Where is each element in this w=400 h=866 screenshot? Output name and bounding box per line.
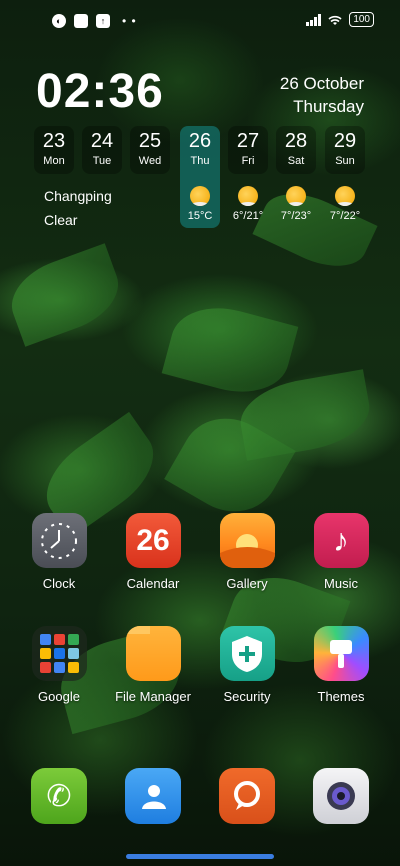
app-themes[interactable]: Themes bbox=[301, 626, 381, 704]
app-notification-icon: ◐ bbox=[52, 14, 66, 28]
dock-messages[interactable] bbox=[207, 768, 287, 824]
day-wed[interactable]: 25 Wed bbox=[130, 126, 170, 174]
wifi-icon bbox=[328, 15, 342, 25]
gallery-icon bbox=[219, 513, 275, 568]
day-mon[interactable]: 23 Mon bbox=[34, 126, 74, 174]
sunny-icon bbox=[335, 186, 355, 206]
app-folder-google[interactable]: Google bbox=[19, 626, 99, 704]
app-gallery[interactable]: Gallery bbox=[207, 513, 287, 591]
calendar-icon: 26 bbox=[125, 513, 181, 568]
camera-icon bbox=[313, 768, 369, 824]
weekday-text: Thursday bbox=[293, 97, 364, 116]
week-strip[interactable]: 23 Mon 24 Tue 25 Wed 26 Thu 27 Fri 28 Sat 29 Su… bbox=[34, 126, 366, 228]
status-bar: ◐ ↑ • • 100 bbox=[0, 0, 400, 40]
gesture-nav-bar[interactable] bbox=[126, 854, 274, 859]
dock-camera[interactable] bbox=[301, 768, 381, 824]
folder-icon bbox=[125, 626, 181, 681]
app-security[interactable]: Security bbox=[207, 626, 287, 704]
day-sun[interactable]: 29 Sun bbox=[325, 126, 365, 174]
battery-indicator: 100 bbox=[349, 12, 374, 27]
clock-date[interactable]: 26 October Thursday bbox=[280, 72, 364, 118]
sunny-icon bbox=[286, 186, 306, 206]
clock-icon bbox=[31, 513, 87, 568]
app-calendar[interactable]: 26 Calendar bbox=[113, 513, 193, 591]
day-tue[interactable]: 24 Tue bbox=[82, 126, 122, 174]
app-clock[interactable]: Clock bbox=[19, 513, 99, 591]
location-text: Changping bbox=[44, 188, 112, 204]
clock-time[interactable]: 02:36 bbox=[36, 64, 164, 119]
app-music[interactable]: ♪ Music bbox=[301, 513, 381, 591]
dock-phone[interactable]: ✆ bbox=[19, 768, 99, 824]
condition-text: Clear bbox=[44, 212, 78, 228]
sunny-icon bbox=[190, 186, 210, 206]
day-sat[interactable]: 28 Sat bbox=[276, 126, 316, 174]
google-folder-icon bbox=[31, 626, 87, 681]
upload-icon: ↑ bbox=[96, 14, 110, 28]
forecast-sun: 7°/22° bbox=[315, 186, 375, 222]
contacts-icon bbox=[125, 768, 181, 824]
themes-brush-icon bbox=[313, 626, 369, 681]
dock-contacts[interactable] bbox=[113, 768, 193, 824]
sunny-icon bbox=[238, 186, 258, 206]
phone-icon: ✆ bbox=[31, 768, 87, 824]
date-text: 26 October bbox=[279, 74, 364, 93]
music-icon: ♪ bbox=[313, 513, 369, 568]
signal-icon bbox=[306, 13, 322, 26]
square-icon bbox=[74, 14, 88, 28]
more-notifications-icon: • • bbox=[122, 14, 137, 28]
weather-location[interactable]: Changping Clear bbox=[44, 184, 112, 232]
security-shield-icon bbox=[219, 626, 275, 681]
messages-icon bbox=[219, 768, 275, 824]
day-fri[interactable]: 27 Fri bbox=[228, 126, 268, 174]
app-file-manager[interactable]: File Manager bbox=[113, 626, 193, 704]
